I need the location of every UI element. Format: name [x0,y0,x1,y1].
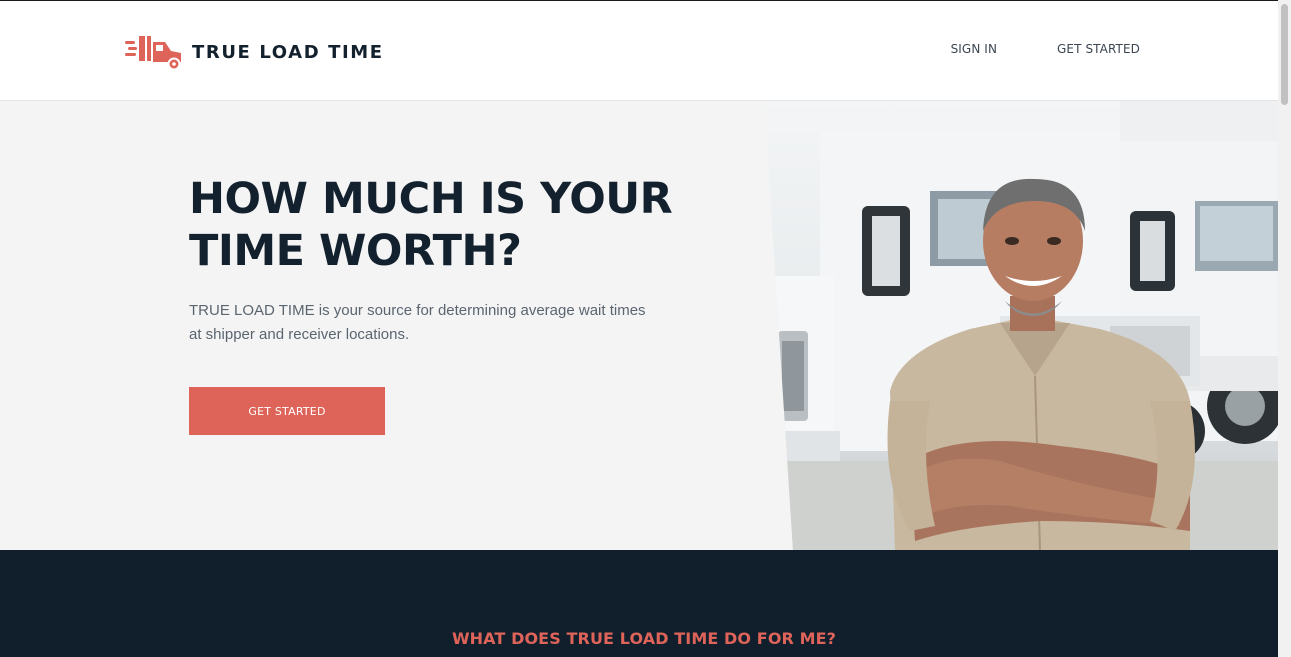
brand-name: TRUE LOAD TIME [192,41,384,63]
truck-icon [125,36,181,70]
hero-title: HOW MUCH IS YOUR TIME WORTH? [189,174,673,276]
site-header: TRUE LOAD TIME SIGN IN GET STARTED [0,0,1291,101]
hero-description: TRUE LOAD TIME is your source for determ… [189,302,646,343]
main-nav: SIGN IN GET STARTED [951,42,1140,56]
page-scrollbar[interactable] [1278,0,1291,657]
get-started-link[interactable]: GET STARTED [1057,42,1140,56]
scrollbar-thumb[interactable] [1281,4,1288,105]
features-heading: WHAT DOES TRUE LOAD TIME DO FOR ME? [451,629,837,648]
logo[interactable]: TRUE LOAD TIME [125,34,384,70]
sign-in-link[interactable]: SIGN IN [951,42,997,56]
hero: HOW MUCH IS YOUR TIME WORTH? TRUE LOAD T… [0,101,1278,550]
features-section: WHAT DOES TRUE LOAD TIME DO FOR ME? [0,550,1278,657]
get-started-button[interactable]: GET STARTED [189,387,385,435]
